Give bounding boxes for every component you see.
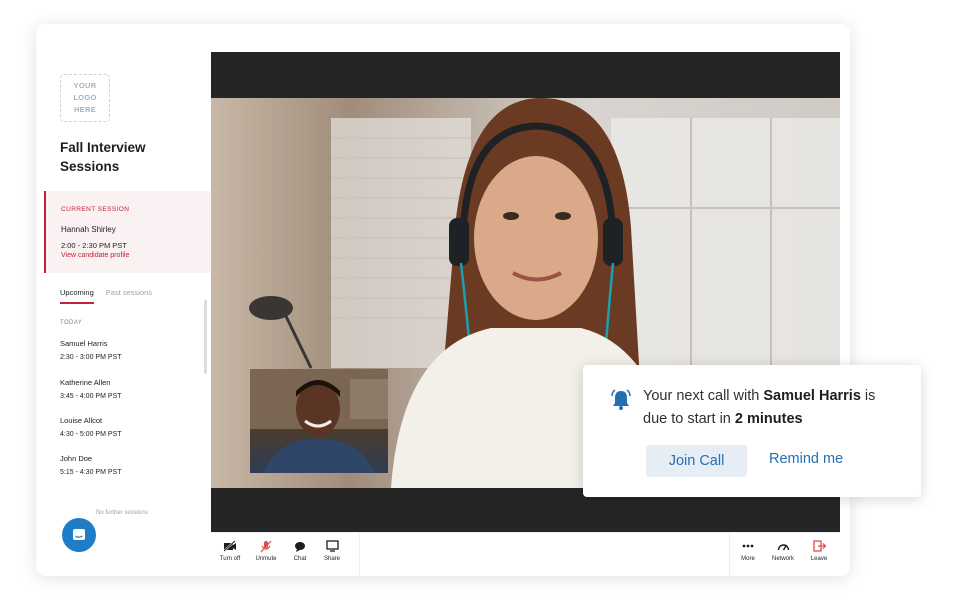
current-session-label: CURRENT SESSION xyxy=(61,206,130,213)
video-off-icon xyxy=(223,540,236,552)
session-tabs: Upcoming Past sessions xyxy=(60,288,152,304)
leave-button[interactable]: Leave xyxy=(802,539,836,562)
chat-label: Chat xyxy=(293,556,307,562)
leave-icon xyxy=(812,540,826,552)
chat-button[interactable]: Chat xyxy=(283,539,317,562)
list-item[interactable]: Samuel Harris 2:30 - 3:00 PM PST xyxy=(60,339,190,361)
session-time: 5:15 - 4:30 PM PST xyxy=(60,469,122,476)
more-icon xyxy=(742,544,754,548)
session-name: Louise Allcot xyxy=(60,416,103,425)
current-session-card: CURRENT SESSION Hannah Shirley 2:00 - 2:… xyxy=(44,191,211,273)
view-candidate-profile-link[interactable]: View candidate profile xyxy=(61,252,211,259)
tab-past-sessions[interactable]: Past sessions xyxy=(106,288,152,304)
session-time: 4:30 - 5:00 PM PST xyxy=(60,431,122,438)
sidebar-scrollbar[interactable] xyxy=(204,300,207,374)
session-name: Katherine Allen xyxy=(60,378,111,387)
logo-placeholder: YOUR LOGO HERE xyxy=(60,74,110,122)
toolbar-divider xyxy=(729,533,730,576)
countdown-time: 2 minutes xyxy=(734,411,803,427)
notification-message: Your next call with Samuel Harris is due… xyxy=(643,385,903,431)
network-label: Network xyxy=(771,556,794,562)
call-toolbar: Turn off Unmute Chat Share More Network … xyxy=(211,532,840,576)
bell-icon xyxy=(611,389,631,410)
mic-off-icon xyxy=(260,540,272,552)
remind-me-link[interactable]: Remind me xyxy=(769,451,843,467)
list-item[interactable]: Katherine Allen 3:45 - 4:00 PM PST xyxy=(60,378,190,400)
no-further-sessions: No further sessions xyxy=(96,510,148,516)
join-call-button[interactable]: Join Call xyxy=(646,445,747,477)
next-call-notification: Your next call with Samuel Harris is due… xyxy=(583,365,921,497)
session-time: 2:30 - 3:00 PM PST xyxy=(60,354,122,361)
unmute-button[interactable]: Unmute xyxy=(249,539,283,562)
current-session-name: Hannah Shirley xyxy=(61,225,116,234)
support-chat-button[interactable] xyxy=(62,518,96,552)
screen-share-icon xyxy=(325,540,339,552)
list-item[interactable]: John Doe 5:15 - 4:30 PM PST xyxy=(60,454,190,476)
self-participant-image xyxy=(250,369,388,473)
chat-support-icon xyxy=(73,529,85,540)
chat-icon xyxy=(295,541,305,552)
today-label: TODAY xyxy=(60,320,83,326)
session-name: Samuel Harris xyxy=(60,339,108,348)
network-gauge-icon xyxy=(777,544,789,551)
unmute-label: Unmute xyxy=(255,556,277,562)
session-name: John Doe xyxy=(60,454,93,463)
sidebar: YOUR LOGO HERE Fall Interview Sessions C… xyxy=(36,24,211,576)
current-session-time: 2:00 - 2:30 PM PST xyxy=(61,241,127,250)
more-label: More xyxy=(741,556,755,562)
list-item[interactable]: Louise Allcot 4:30 - 5:00 PM PST xyxy=(60,416,190,438)
message-prefix: Your next call with xyxy=(643,388,764,404)
more-button[interactable]: More xyxy=(731,539,765,562)
self-view-video[interactable] xyxy=(250,369,388,473)
next-caller-name: Samuel Harris xyxy=(763,388,861,404)
turn-off-label: Turn off xyxy=(219,556,241,562)
share-label: Share xyxy=(323,556,340,562)
turn-off-video-button[interactable]: Turn off xyxy=(213,539,247,562)
page-title: Fall Interview Sessions xyxy=(60,140,146,174)
tab-upcoming[interactable]: Upcoming xyxy=(60,288,94,304)
share-button[interactable]: Share xyxy=(315,539,349,562)
session-time: 3:45 - 4:00 PM PST xyxy=(60,393,122,400)
network-button[interactable]: Network xyxy=(766,539,800,562)
toolbar-divider xyxy=(359,533,360,576)
leave-label: Leave xyxy=(810,556,828,562)
